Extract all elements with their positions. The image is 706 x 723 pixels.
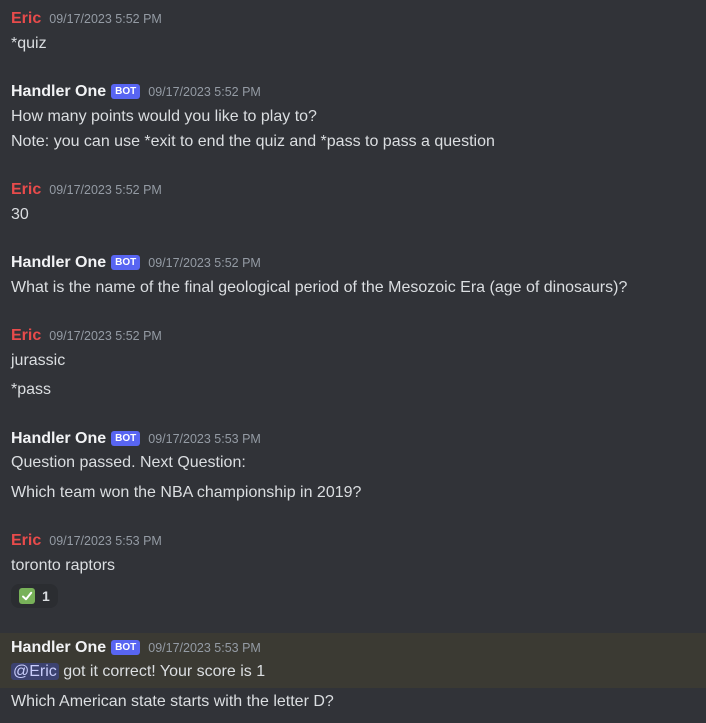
message-text: 30 [11, 206, 29, 223]
message-header: Eric 09/17/2023 5:52 PM [11, 325, 162, 347]
author-name[interactable]: Eric [11, 8, 41, 30]
timestamp: 09/17/2023 5:53 PM [49, 534, 162, 548]
author-name[interactable]: Handler One [11, 81, 106, 103]
timestamp: 09/17/2023 5:53 PM [148, 641, 261, 655]
bot-tag: BOT [111, 254, 141, 270]
message-text: *pass [11, 381, 52, 398]
author-name[interactable]: Eric [11, 325, 41, 347]
message-text: What is the name of the final geological… [11, 279, 628, 296]
author-name[interactable]: Handler One [11, 637, 106, 659]
timestamp: 09/17/2023 5:52 PM [49, 12, 162, 26]
message-text: Which American state starts with the let… [11, 693, 334, 710]
message-header: Handler One BOT 09/17/2023 5:52 PM [11, 81, 261, 103]
author-name[interactable]: Eric [11, 179, 41, 201]
message-text: Question passed. Next Question: [11, 454, 246, 471]
chat-message-list: Eric 09/17/2023 5:52 PM *quiz Handler On… [0, 0, 706, 723]
message-text: jurassic [11, 352, 66, 369]
bot-tag: BOT [111, 430, 141, 446]
message-text: Note: you can use *exit to end the quiz … [11, 133, 495, 150]
message-text: Which team won the NBA championship in 2… [11, 484, 362, 501]
reaction-count: 1 [42, 588, 50, 604]
message-text-rest: got it correct! Your score is 1 [58, 663, 266, 680]
user-mention[interactable]: @Eric [11, 663, 59, 680]
message-text: How many points would you like to play t… [11, 108, 317, 125]
reaction-button[interactable]: 1 [11, 584, 58, 608]
message-header: Eric 09/17/2023 5:52 PM [11, 179, 162, 201]
message-header: Handler One BOT 09/17/2023 5:53 PM [11, 637, 261, 659]
message-header: Eric 09/17/2023 5:53 PM [11, 530, 162, 552]
message-header: Handler One BOT 09/17/2023 5:52 PM [11, 252, 261, 274]
check-mark-icon [19, 588, 35, 604]
message-header: Eric 09/17/2023 5:52 PM [11, 8, 162, 30]
author-name[interactable]: Handler One [11, 428, 106, 450]
message-text: @Eric got it correct! Your score is 1 [11, 661, 265, 683]
timestamp: 09/17/2023 5:52 PM [49, 183, 162, 197]
author-name[interactable]: Handler One [11, 252, 106, 274]
timestamp: 09/17/2023 5:52 PM [148, 256, 261, 270]
message-text: *quiz [11, 35, 47, 52]
timestamp: 09/17/2023 5:53 PM [148, 432, 261, 446]
bot-tag: BOT [111, 639, 141, 655]
author-name[interactable]: Eric [11, 530, 41, 552]
timestamp: 09/17/2023 5:52 PM [148, 85, 261, 99]
message-text: toronto raptors [11, 557, 116, 574]
message-header: Handler One BOT 09/17/2023 5:53 PM [11, 428, 261, 450]
timestamp: 09/17/2023 5:52 PM [49, 329, 162, 343]
bot-tag: BOT [111, 83, 141, 99]
